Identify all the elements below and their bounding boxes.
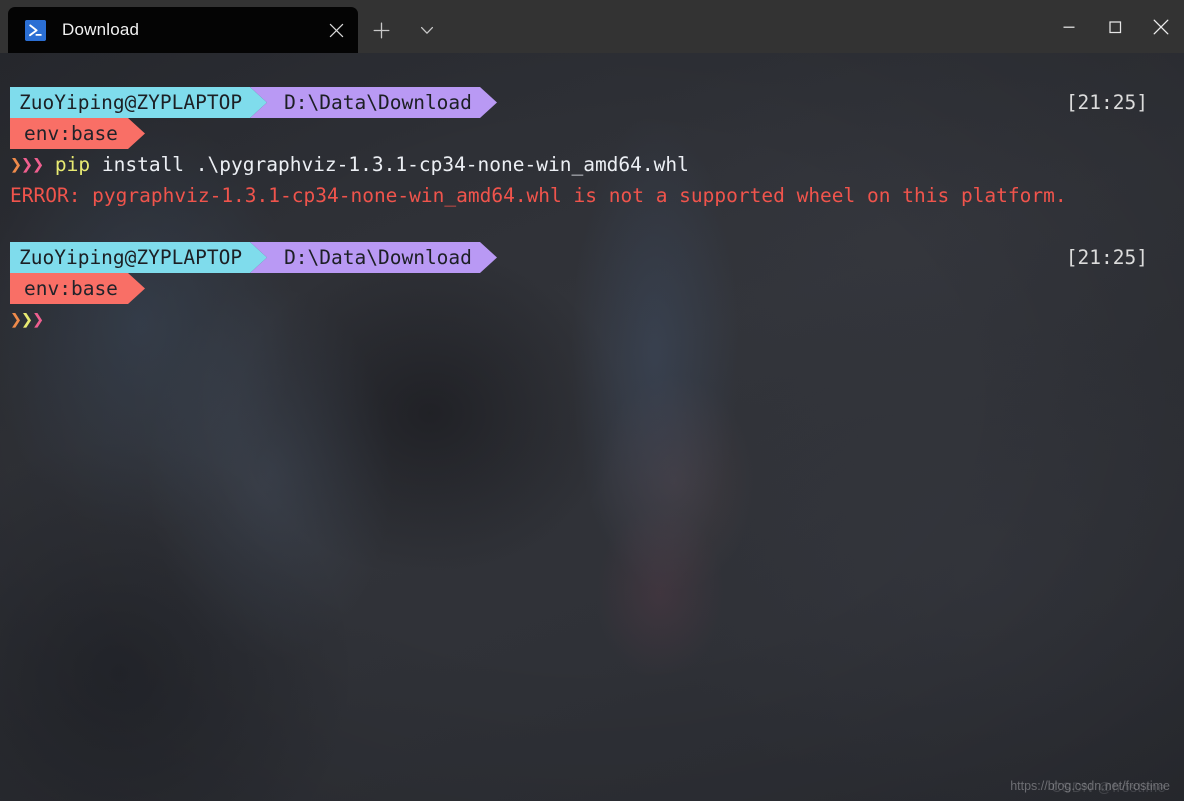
tab-title: Download: [62, 20, 140, 39]
terminal-block: ZuoYiping@ZYPLAPTOP D:\Data\Download [21…: [0, 242, 1184, 335]
powerline-separator-end-icon: [479, 242, 498, 273]
titlebar-drag-region: [450, 0, 1046, 53]
new-tab-button[interactable]: [358, 7, 404, 53]
powerline-env-separator-icon: [127, 273, 146, 304]
terminal-window: Download ZuoYiping@ZYPLAPTOP D:\Data\Dow…: [0, 0, 1184, 801]
command-arguments: install .\pygraphviz-1.3.1-cp34-none-win…: [90, 153, 689, 176]
prompt-line-env: env:base: [0, 118, 1184, 149]
command-line-active[interactable]: ❯❯❯: [0, 304, 1184, 335]
prompt-user-segment: ZuoYiping@ZYPLAPTOP: [10, 242, 251, 273]
powerline-separator-icon: [250, 87, 269, 118]
prompt-chevron: ❯❯❯: [10, 307, 44, 331]
command-line[interactable]: ❯❯❯ pip install .\pygraphviz-1.3.1-cp34-…: [0, 149, 1184, 180]
tab-strip: Download: [0, 0, 450, 53]
command-output-error: ERROR: pygraphviz-1.3.1-cp34-none-win_am…: [10, 184, 1067, 207]
prompt-timestamp: [21:25]: [1065, 246, 1148, 269]
minimize-button[interactable]: [1046, 0, 1092, 53]
maximize-button[interactable]: [1092, 0, 1138, 53]
command-keyword: pip: [54, 153, 91, 176]
window-controls: [1046, 0, 1184, 53]
prompt-line-env: env:base: [0, 273, 1184, 304]
watermark-ghost: CSDN @frostime: [1051, 779, 1166, 795]
close-icon[interactable]: [314, 8, 358, 52]
prompt-path-segment: D:\Data\Download: [268, 87, 480, 118]
powershell-icon: [25, 19, 46, 41]
powerline-env-separator-icon: [127, 118, 146, 149]
terminal-content[interactable]: ZuoYiping@ZYPLAPTOP D:\Data\Download [21…: [0, 53, 1184, 801]
terminal-block: ZuoYiping@ZYPLAPTOP D:\Data\Download [21…: [0, 87, 1184, 211]
prompt-env-segment: env:base: [10, 118, 128, 149]
prompt-line-top: ZuoYiping@ZYPLAPTOP D:\Data\Download [21…: [0, 242, 1184, 273]
chevron-down-icon[interactable]: [404, 7, 450, 53]
watermark: CSDN @frostime https://blog.csdn.net/fro…: [1010, 779, 1170, 795]
prompt-timestamp: [21:25]: [1065, 91, 1148, 114]
prompt-chevron: ❯❯❯: [10, 152, 44, 176]
powerline-separator-end-icon: [479, 87, 498, 118]
prompt-user-segment: ZuoYiping@ZYPLAPTOP: [10, 87, 251, 118]
close-button[interactable]: [1138, 0, 1184, 53]
title-bar: Download: [0, 0, 1184, 53]
prompt-line-top: ZuoYiping@ZYPLAPTOP D:\Data\Download [21…: [0, 87, 1184, 118]
prompt-env-segment: env:base: [10, 273, 128, 304]
tab-download[interactable]: Download: [8, 7, 358, 53]
powerline-separator-icon: [250, 242, 269, 273]
prompt-path-segment: D:\Data\Download: [268, 242, 480, 273]
